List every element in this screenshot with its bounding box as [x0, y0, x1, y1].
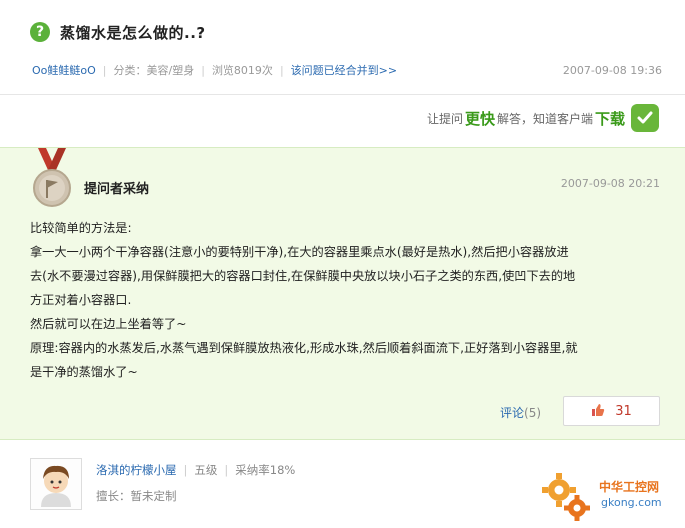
answerer-specialty: 擅长：暂未定制: [96, 489, 177, 503]
promo-download[interactable]: 下载: [595, 108, 625, 129]
medal-icon: [30, 148, 74, 212]
download-arrow-icon[interactable]: [631, 104, 659, 132]
answer-line: 原理:容器内的水蒸发后,水蒸气遇到保鲜膜放热液化,形成水珠,然后顺着斜面流下,正…: [30, 341, 578, 355]
watermark-cn: 中华工控网: [599, 480, 660, 494]
answer-body: 比较简单的方法是: 拿一大一小两个干净容器(注意小的要特别干净),在大的容器里乘…: [30, 216, 660, 384]
asker-link[interactable]: Oo鲑鲑鲢oO: [32, 62, 96, 78]
like-button[interactable]: 31: [563, 396, 660, 426]
question-title-row: ? 蒸馏水是怎么做的..?: [30, 20, 206, 44]
comment-count: (5): [524, 406, 542, 420]
question-mark-icon: ?: [30, 22, 50, 42]
adopt-rate: 采纳率18%: [235, 463, 296, 477]
answerer-info: 洛淇的柠檬小屋 | 五级 | 采纳率18%: [96, 462, 295, 478]
question-time: 2007-09-08 19:36: [562, 63, 662, 77]
divider: |: [102, 63, 107, 77]
answerer-name-link[interactable]: 洛淇的柠檬小屋: [96, 462, 177, 478]
category-label: 分类：美容/塑身: [113, 64, 195, 77]
watermark-url: gkong.com: [601, 496, 662, 509]
promo-middle: 解答，知道客户端: [496, 111, 593, 126]
divider: |: [183, 463, 188, 477]
like-count: 31: [615, 403, 632, 419]
accepted-answer-label: 提问者采纳: [84, 182, 150, 197]
avatar[interactable]: [30, 458, 82, 510]
answerer-level: 五级: [194, 463, 218, 477]
answer-line: 拿一大一小两个干净容器(注意小的要特别干净),在大的容器里乘点水(最好是热水),…: [30, 245, 569, 259]
question-meta: Oo鲑鲑鲢oO | 分类：美容/塑身 | 浏览8019次 | 该问题已经合并到>…: [32, 62, 662, 78]
thumbs-up-icon: [591, 402, 605, 421]
answer-line: 是干净的蒸馏水了~: [30, 365, 138, 379]
gear-icon: [542, 473, 590, 521]
view-count: 浏览8019次: [211, 64, 273, 77]
answer-line: 方正对着小容器口.: [30, 293, 132, 307]
question-title: 蒸馏水是怎么做的..?: [60, 23, 206, 42]
comment-link[interactable]: 评论(5): [500, 404, 541, 421]
answer-line: 然后就可以在边上坐着等了~: [30, 317, 187, 331]
answer-line: 比较简单的方法是:: [30, 221, 132, 235]
client-download-promo[interactable]: 让提问 更快 解答，知道客户端 下载: [427, 104, 659, 132]
promo-fast: 更快: [464, 109, 495, 128]
site-watermark: 中华工控网 gkong.com: [539, 470, 679, 524]
divider: |: [201, 63, 205, 77]
best-answer-panel: 提问者采纳 2007-09-08 20:21 比较简单的方法是: 拿一大一小两个…: [0, 147, 685, 440]
comment-label: 评论: [500, 406, 525, 420]
divider-line: [0, 94, 685, 95]
divider: |: [224, 463, 229, 477]
promo-prefix: 让提问: [426, 111, 463, 126]
answer-line: 去(水不要漫过容器),用保鲜膜把大的容器口封住,在保鲜膜中央放以块小石子之类的东…: [30, 269, 576, 283]
merged-question-link[interactable]: 该问题已经合并到>>: [291, 62, 397, 78]
divider: |: [279, 63, 284, 77]
answer-time: 2007-09-08 20:21: [560, 177, 660, 190]
